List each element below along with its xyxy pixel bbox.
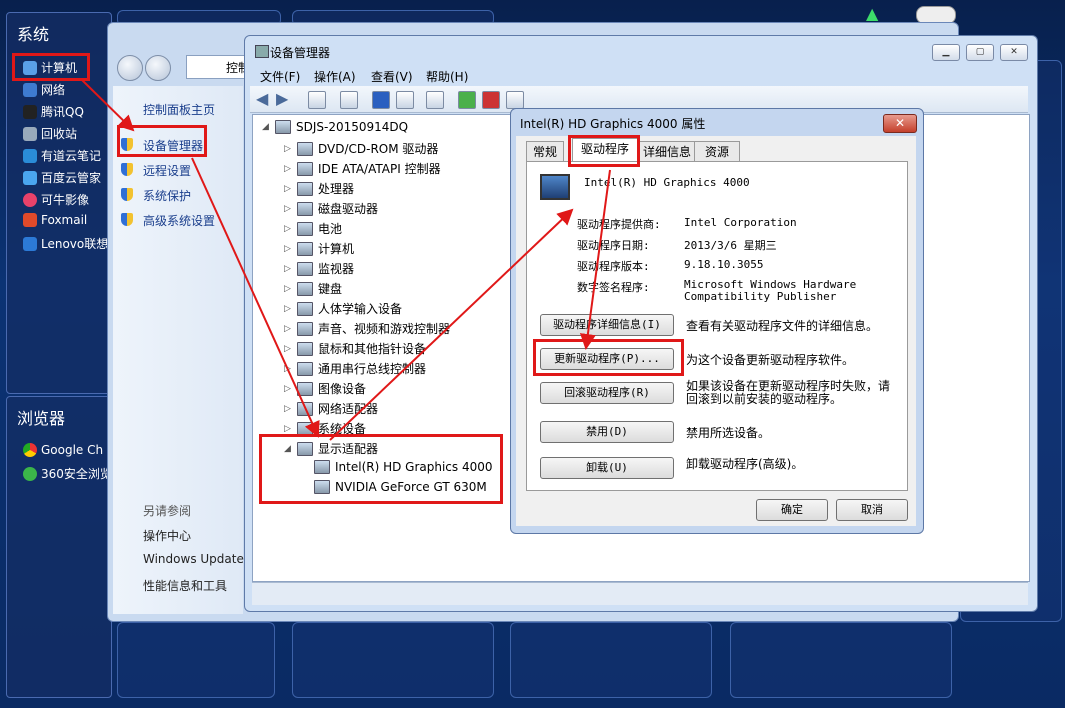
- arrow: [191, 157, 320, 438]
- arrow: [81, 79, 135, 132]
- annotation-arrows: [81, 79, 611, 441]
- arrow: [329, 208, 574, 441]
- arrow: [579, 169, 611, 350]
